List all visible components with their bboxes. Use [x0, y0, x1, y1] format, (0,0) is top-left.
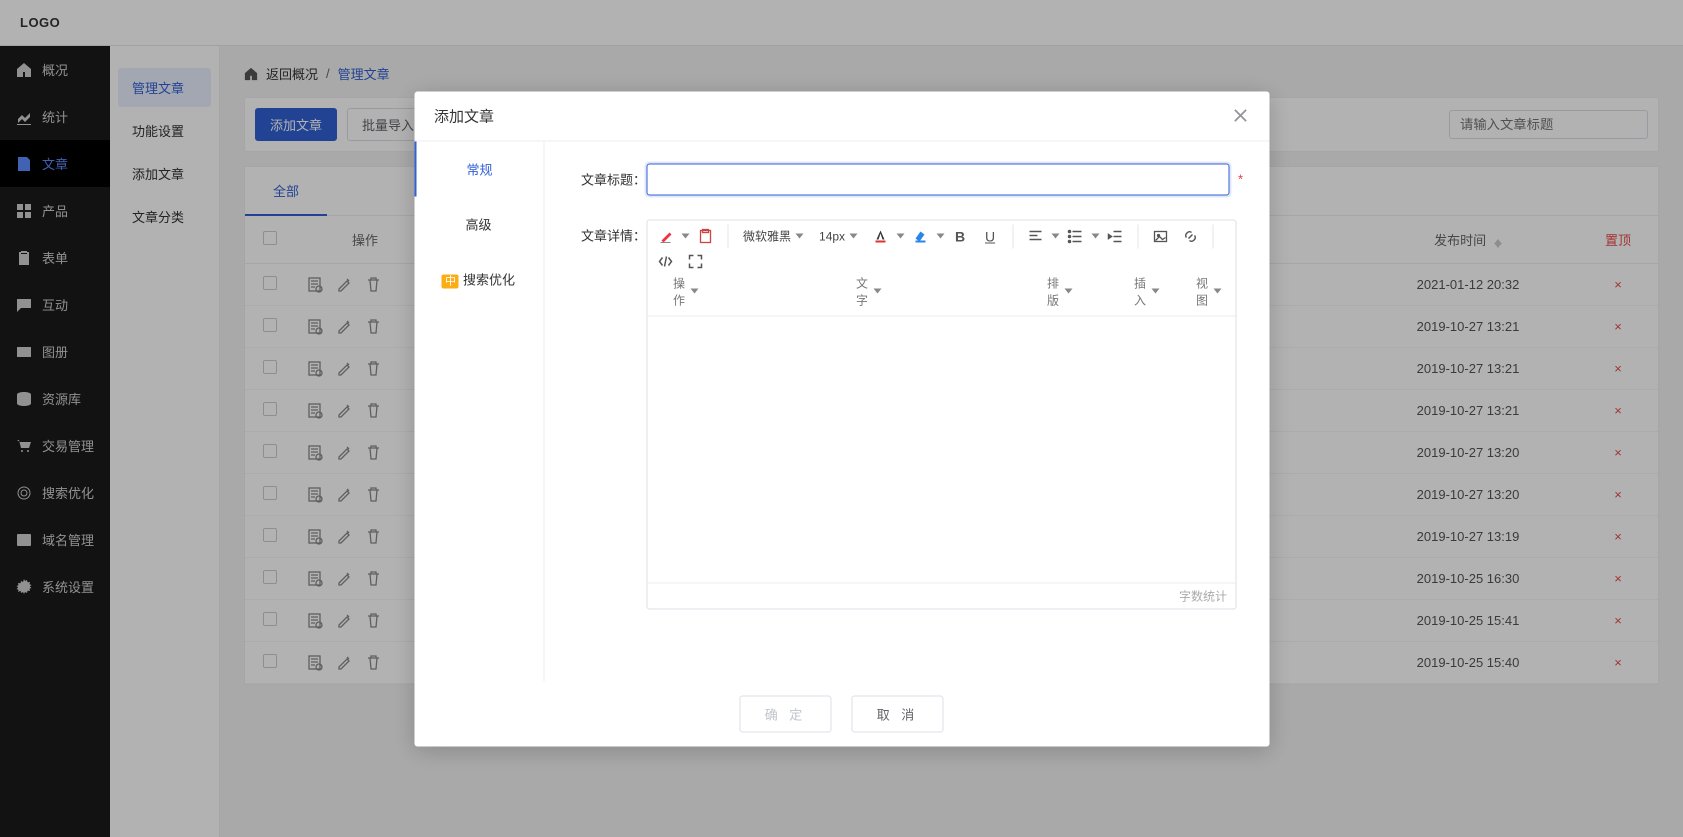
- required-mark: *: [1238, 172, 1243, 187]
- editor-toolbar: 微软雅黑 14px: [647, 220, 1235, 316]
- image-icon[interactable]: [1148, 225, 1172, 247]
- font-size-select[interactable]: 14px: [812, 226, 864, 246]
- article-title-input[interactable]: [646, 163, 1230, 195]
- font-family-select[interactable]: 微软雅黑: [736, 225, 810, 248]
- toolbar-group-view[interactable]: 视图: [1196, 274, 1221, 308]
- modal-tab-general[interactable]: 常规: [414, 141, 543, 196]
- title-label: 文章标题：: [570, 163, 646, 195]
- toolbar-group-operation[interactable]: 操作: [673, 274, 698, 308]
- underline-icon[interactable]: U: [978, 225, 1002, 247]
- detail-label: 文章详情：: [570, 219, 646, 609]
- richtext-editor: 微软雅黑 14px: [646, 219, 1236, 609]
- fullscreen-icon[interactable]: [683, 250, 707, 272]
- dropdown-caret-icon[interactable]: [1051, 234, 1059, 239]
- cancel-button[interactable]: 取 消: [852, 695, 944, 732]
- source-code-icon[interactable]: [653, 250, 677, 272]
- add-article-modal: 添加文章 常规 高级 中搜索优化 文章标题： * 文章详情：: [414, 91, 1269, 746]
- toolbar-group-insert[interactable]: 插入: [1134, 274, 1159, 308]
- bold-icon[interactable]: B: [948, 225, 972, 247]
- list-icon[interactable]: [1063, 225, 1087, 247]
- link-icon[interactable]: [1178, 225, 1202, 247]
- dropdown-caret-icon[interactable]: [936, 234, 944, 239]
- close-icon[interactable]: [1231, 107, 1249, 125]
- confirm-button[interactable]: 确 定: [740, 695, 832, 732]
- word-count-button[interactable]: 字数统计: [647, 582, 1235, 608]
- modal-tab-advanced[interactable]: 高级: [414, 196, 543, 251]
- modal-tabs: 常规 高级 中搜索优化: [414, 141, 544, 681]
- toolbar-group-layout[interactable]: 排版: [1047, 274, 1072, 308]
- align-icon[interactable]: [1023, 225, 1047, 247]
- modal-header: 添加文章: [414, 91, 1269, 141]
- modal-tab-seo[interactable]: 中搜索优化: [414, 251, 543, 306]
- clear-format-icon[interactable]: [653, 225, 677, 247]
- paste-icon[interactable]: [693, 225, 717, 247]
- dropdown-caret-icon[interactable]: [896, 234, 904, 239]
- modal-title: 添加文章: [434, 105, 494, 126]
- dropdown-caret-icon[interactable]: [681, 234, 689, 239]
- dropdown-caret-icon[interactable]: [1091, 234, 1099, 239]
- seo-badge: 中: [442, 274, 459, 288]
- highlight-color-icon[interactable]: [908, 225, 932, 247]
- font-color-icon[interactable]: [868, 225, 892, 247]
- toolbar-group-text[interactable]: 文字: [856, 274, 881, 308]
- editor-canvas[interactable]: [647, 316, 1235, 582]
- outdent-icon[interactable]: [1103, 225, 1127, 247]
